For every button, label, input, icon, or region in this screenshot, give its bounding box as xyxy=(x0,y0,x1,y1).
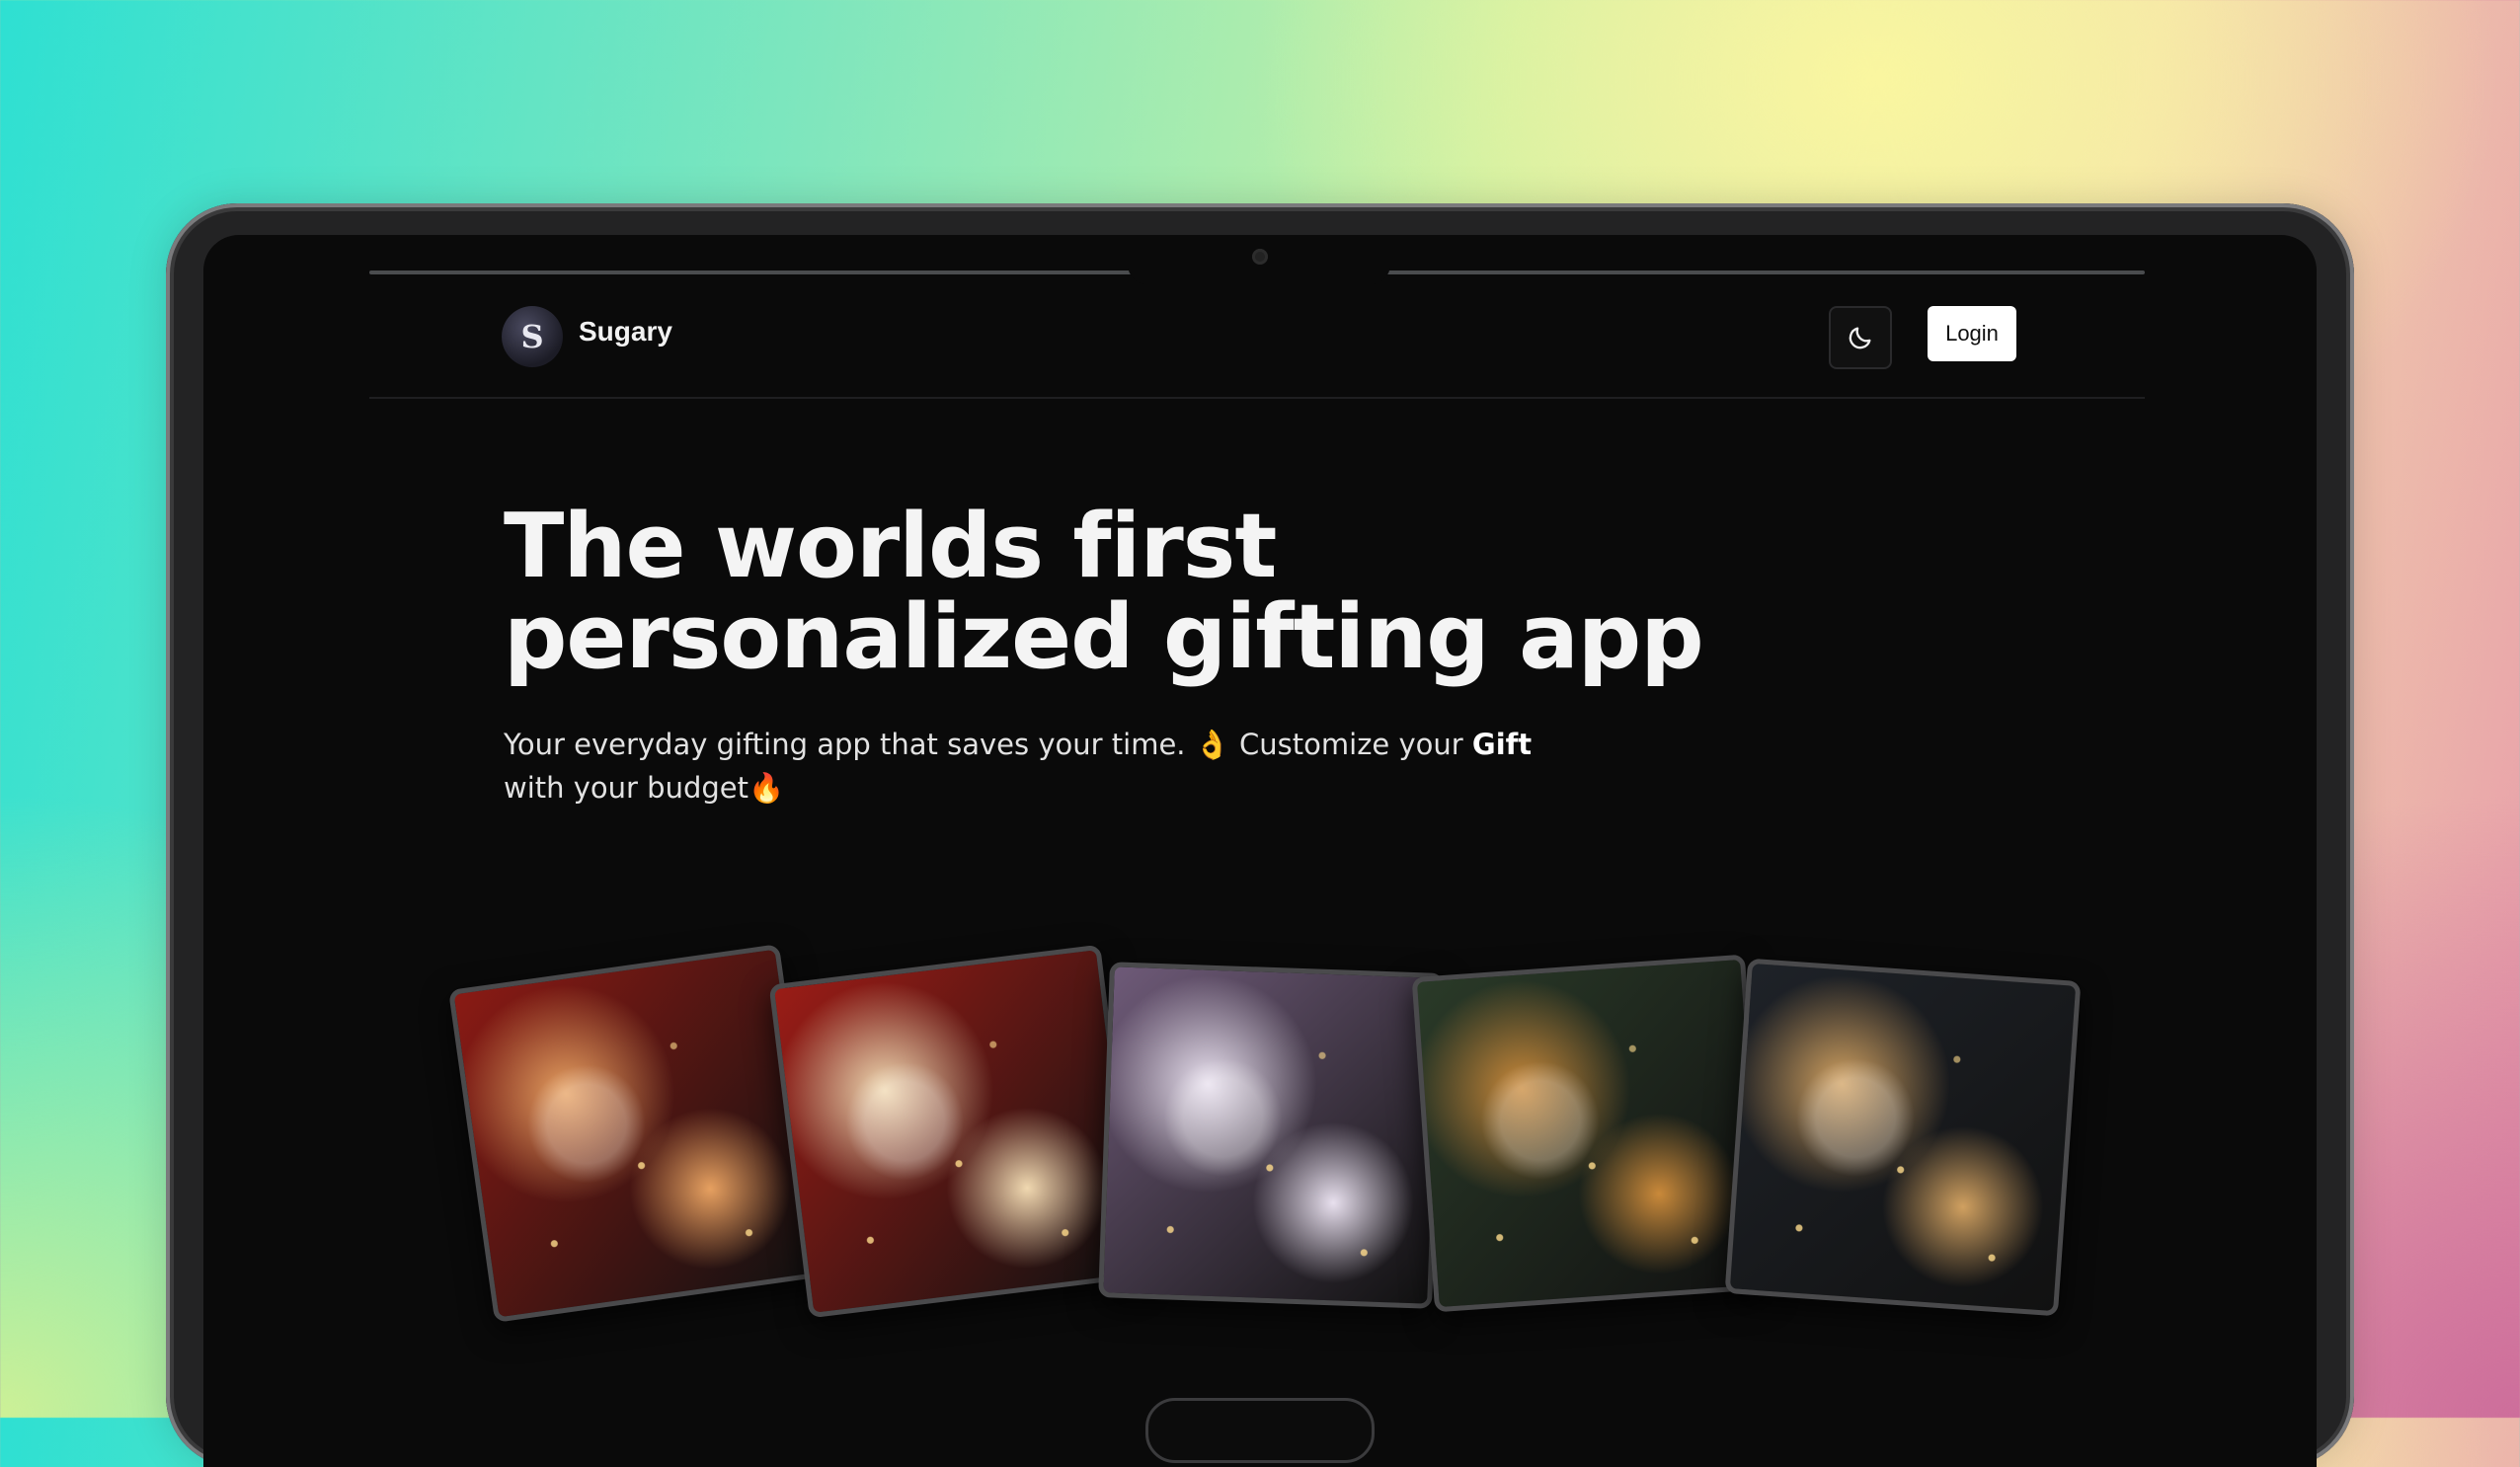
hero-subtitle: Your everyday gifting app that saves you… xyxy=(504,723,1540,810)
brand-logo[interactable]: S xyxy=(502,306,563,367)
laptop-frame: S Sugary Login The worlds first personal… xyxy=(166,203,2354,1467)
gift-image-2 xyxy=(768,944,1142,1319)
fairy-lights xyxy=(774,950,1136,1313)
theme-toggle-button[interactable] xyxy=(1829,306,1892,369)
logo-letter: S xyxy=(520,318,544,355)
bottom-pill-button[interactable] xyxy=(1145,1398,1375,1463)
fairy-lights xyxy=(1416,959,1764,1308)
gift-image-4 xyxy=(1411,954,1769,1313)
gift-image-1 xyxy=(447,944,827,1323)
hero-title-line2: personalized gifting app xyxy=(504,585,1704,689)
fairy-lights xyxy=(1729,963,2077,1312)
fairy-lights xyxy=(1103,966,1439,1304)
camera-icon xyxy=(1252,249,1268,265)
navbar: S Sugary Login xyxy=(369,270,2145,399)
gift-image-3 xyxy=(1098,962,1444,1309)
browser-screen: S Sugary Login The worlds first personal… xyxy=(203,235,2317,1467)
hero-title: The worlds first personalized gifting ap… xyxy=(504,502,1704,683)
hero-subtitle-part2: with your budget🔥 xyxy=(504,771,785,805)
hero-subtitle-part1: Your everyday gifting app that saves you… xyxy=(504,728,1472,761)
hero-subtitle-bold: Gift xyxy=(1471,728,1533,761)
gift-image-5 xyxy=(1724,958,2082,1317)
brand-name[interactable]: Sugary xyxy=(579,316,672,347)
hero-title-line1: The worlds first xyxy=(504,495,1277,598)
login-button[interactable]: Login xyxy=(1928,306,2016,361)
gift-gallery xyxy=(203,235,2317,1467)
moon-icon xyxy=(1849,327,1871,349)
fairy-lights xyxy=(453,949,821,1318)
